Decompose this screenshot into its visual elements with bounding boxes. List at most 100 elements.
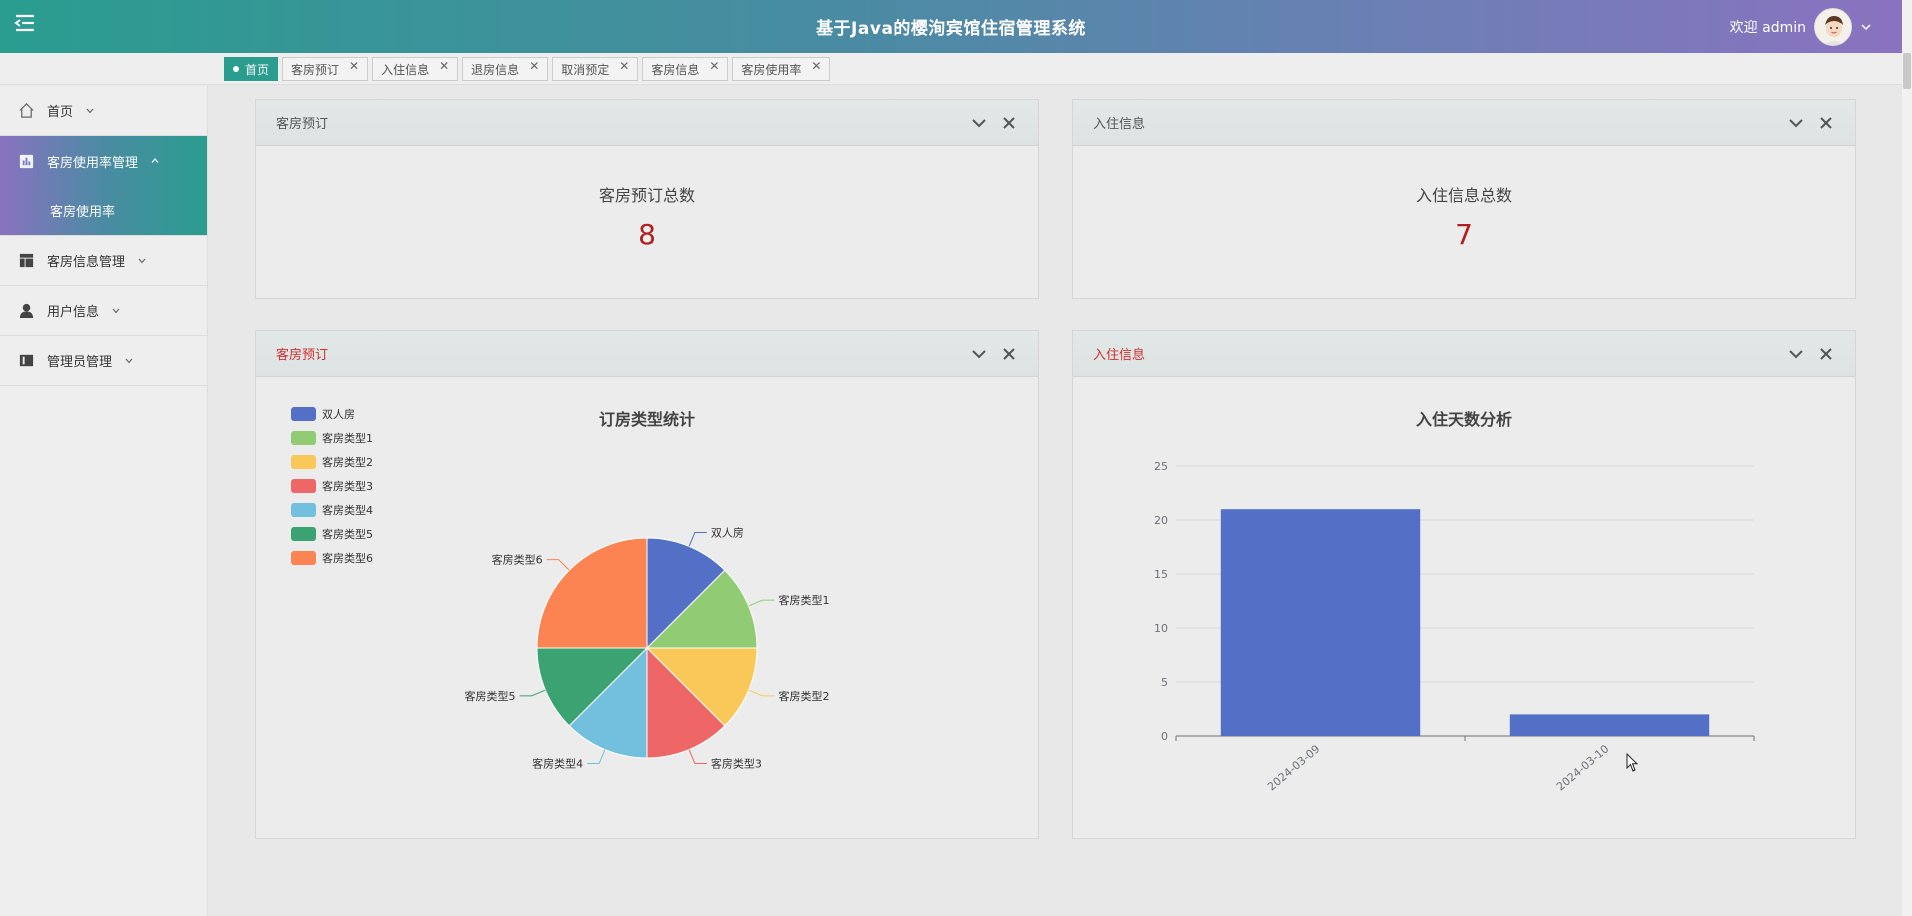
panel-header: 客房预订 bbox=[256, 100, 1038, 146]
legend-label[interactable]: 客房类型1 bbox=[322, 431, 373, 445]
panel-title: 客房预订 bbox=[276, 348, 329, 363]
legend-swatch[interactable] bbox=[291, 479, 316, 493]
legend-swatch[interactable] bbox=[291, 455, 316, 469]
sidebar-item-label: 客房信息管理 bbox=[47, 255, 126, 270]
tab-6[interactable]: 客房使用率 ✕ bbox=[732, 57, 831, 81]
chart-title: 入住天数分析 bbox=[1416, 410, 1512, 429]
layout-icon bbox=[19, 253, 34, 268]
y-tick-label: 15 bbox=[1154, 568, 1168, 581]
pie-label: 客房类型3 bbox=[711, 756, 762, 770]
x-tick-label: 2024-03-10 bbox=[1554, 742, 1611, 793]
panel-title: 入住信息 bbox=[1093, 117, 1146, 132]
chevron-down-icon bbox=[112, 308, 120, 313]
panel-header: 入住信息 bbox=[1073, 331, 1855, 377]
top-header: 基于Java的樱洵宾馆住宿管理系统 欢迎 admin bbox=[0, 0, 1902, 53]
tab-label: 首页 bbox=[245, 62, 270, 77]
stat-value: 8 bbox=[638, 218, 656, 251]
collapse-icon[interactable] bbox=[970, 345, 988, 363]
tab-label: 客房使用率 bbox=[741, 62, 802, 77]
tab-4[interactable]: 取消预定 ✕ bbox=[552, 57, 639, 81]
pie-label: 客房类型1 bbox=[778, 593, 829, 607]
tab-0[interactable]: 首页 bbox=[224, 57, 279, 81]
pie-label: 客房类型4 bbox=[532, 756, 583, 770]
legend-label[interactable]: 客房类型5 bbox=[322, 527, 373, 541]
booking-stat-panel: 客房预订 客房预订总数 8 bbox=[255, 99, 1039, 299]
close-icon[interactable] bbox=[1817, 345, 1835, 363]
vertical-scrollbar[interactable] bbox=[1902, 0, 1912, 916]
pie-label-line bbox=[688, 532, 707, 547]
stat-label: 客房预订总数 bbox=[598, 186, 695, 205]
collapse-icon[interactable] bbox=[1787, 345, 1805, 363]
pie-label-line bbox=[519, 689, 546, 697]
x-tick-label: 2024-03-09 bbox=[1265, 742, 1322, 793]
chevron-up-icon bbox=[151, 158, 159, 163]
app-title: 基于Java的樱洵宾馆住宿管理系统 bbox=[816, 19, 1086, 39]
tab-5[interactable]: 客房信息 ✕ bbox=[642, 57, 729, 81]
panel-title: 客房预订 bbox=[276, 117, 329, 132]
legend-swatch[interactable] bbox=[291, 527, 316, 541]
pie-slice[interactable] bbox=[536, 537, 648, 649]
sidebar-item-label: 用户信息 bbox=[47, 305, 100, 320]
tab-list: 首页 客房预订 ✕ 入住信息 ✕ 退房信息 ✕ 取消预定 ✕ 客房信息 ✕ 客房使用率 ✕ bbox=[224, 57, 831, 81]
sidebar-item-user-info[interactable]: 用户信息 bbox=[0, 286, 207, 336]
sidebar-item-admin-mgmt[interactable]: 管理员管理 bbox=[0, 336, 207, 386]
pie-label: 客房类型6 bbox=[492, 553, 543, 567]
panel-header: 入住信息 bbox=[1073, 100, 1855, 146]
tab-close-icon[interactable]: ✕ bbox=[619, 59, 629, 73]
close-icon[interactable] bbox=[1000, 345, 1018, 363]
scrollbar-thumb[interactable] bbox=[1903, 53, 1911, 89]
tab-close-icon[interactable]: ✕ bbox=[709, 59, 719, 73]
tab-close-icon[interactable]: ✕ bbox=[811, 59, 821, 73]
legend-swatch[interactable] bbox=[291, 503, 316, 517]
chevron-down-icon bbox=[138, 258, 146, 263]
legend-swatch[interactable] bbox=[291, 407, 316, 421]
tab-close-icon[interactable]: ✕ bbox=[529, 59, 539, 73]
tab-1[interactable]: 客房预订 ✕ bbox=[282, 57, 369, 81]
avatar[interactable] bbox=[1814, 8, 1852, 46]
welcome-text: 欢迎 admin bbox=[1729, 20, 1806, 36]
bar[interactable] bbox=[1509, 714, 1710, 736]
sidebar-item-room-usage-mgmt[interactable]: 客房使用率管理 bbox=[0, 136, 207, 186]
legend-label[interactable]: 客房类型2 bbox=[322, 455, 373, 469]
sidebar-item-home[interactable]: 首页 bbox=[0, 86, 207, 136]
pie-label-line bbox=[688, 749, 707, 764]
tab-3[interactable]: 退房信息 ✕ bbox=[462, 57, 549, 81]
pie-label-line bbox=[546, 559, 570, 571]
chevron-down-icon bbox=[86, 108, 94, 113]
legend-swatch[interactable] bbox=[291, 551, 316, 565]
home-icon bbox=[19, 103, 34, 118]
pie-label-line bbox=[587, 749, 606, 764]
legend-swatch[interactable] bbox=[291, 431, 316, 445]
collapse-icon[interactable] bbox=[970, 114, 988, 132]
pie-label: 客房类型5 bbox=[465, 689, 516, 703]
y-tick-label: 5 bbox=[1161, 676, 1168, 689]
sidebar: 首页 客房使用率管理 客房使用率 客房信息管理 用户信息 管理员管理 bbox=[0, 86, 208, 916]
collapse-icon[interactable] bbox=[1787, 114, 1805, 132]
close-icon[interactable] bbox=[1817, 114, 1835, 132]
sidebar-item-label: 管理员管理 bbox=[47, 355, 113, 370]
tab-close-icon[interactable]: ✕ bbox=[439, 59, 449, 73]
tab-close-icon[interactable]: ✕ bbox=[349, 59, 359, 73]
y-tick-label: 0 bbox=[1161, 730, 1168, 743]
tab-label: 退房信息 bbox=[471, 62, 520, 77]
sidebar-item-label: 客房使用率管理 bbox=[47, 155, 139, 171]
y-tick-label: 10 bbox=[1154, 622, 1168, 635]
chevron-down-icon[interactable] bbox=[1860, 21, 1872, 33]
legend-label[interactable]: 客房类型4 bbox=[322, 503, 373, 517]
tab-bar: 首页 客房预订 ✕ 入住信息 ✕ 退房信息 ✕ 取消预定 ✕ 客房信息 ✕ 客房使用率 ✕ bbox=[0, 53, 1902, 85]
close-icon[interactable] bbox=[1000, 114, 1018, 132]
pie-chart: 订房类型统计双人房客房类型1客房类型2客房类型3客房类型4客房类型5客房类型6双… bbox=[291, 407, 829, 770]
pie-label-line bbox=[748, 599, 775, 607]
legend-label[interactable]: 双人房 bbox=[322, 408, 355, 421]
sidebar-subitem-room-usage[interactable]: 客房使用率 bbox=[0, 186, 207, 236]
bar[interactable] bbox=[1220, 509, 1421, 736]
sidebar-item-room-info-mgmt[interactable]: 客房信息管理 bbox=[0, 236, 207, 286]
legend-label[interactable]: 客房类型6 bbox=[322, 551, 373, 565]
active-dot-icon bbox=[233, 66, 239, 72]
legend-label[interactable]: 客房类型3 bbox=[322, 479, 373, 493]
tab-label: 取消预定 bbox=[561, 62, 610, 77]
y-tick-label: 20 bbox=[1154, 514, 1168, 527]
user-menu[interactable]: 欢迎 admin bbox=[1730, 8, 1872, 46]
booking-chart-panel: 客房预订 订房类型统计 双人房 客房类型1 客房类型2 客房类型3 客房类型4 客房类型5 客… bbox=[255, 330, 1039, 839]
tab-2[interactable]: 入住信息 ✕ bbox=[372, 57, 459, 81]
